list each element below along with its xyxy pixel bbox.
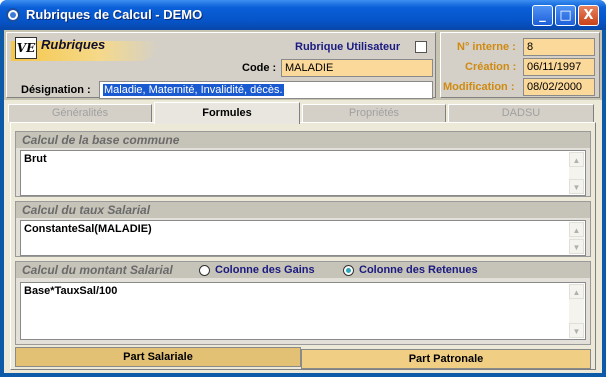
designation-field[interactable]: Maladie, Maternité, Invalidité, décès.	[99, 81, 433, 99]
tab-dadsu[interactable]: DADSU	[448, 104, 594, 122]
window-title: Rubriques de Calcul - DEMO	[26, 7, 203, 22]
header-right: N° interne : 8 Création : 06/11/1997 Mod…	[440, 32, 600, 98]
tab-proprietes[interactable]: Propriétés	[302, 104, 446, 122]
creation-field[interactable]: 06/11/1997	[523, 58, 595, 76]
title-bar[interactable]: Rubriques de Calcul - DEMO _ □ X	[0, 0, 606, 30]
tab-strip: Généralités Formules Propriétés DADSU	[4, 102, 602, 124]
window: Rubriques de Calcul - DEMO _ □ X VE Rubr…	[0, 0, 606, 377]
logo: VE Rubriques	[11, 35, 161, 65]
radio-gains-label[interactable]: Colonne des Gains	[215, 264, 315, 276]
section-base: Calcul de la base commune Brut ▲ ▼	[15, 131, 591, 197]
base-scrollbar[interactable]: ▲ ▼	[569, 152, 584, 194]
tab-part-salariale[interactable]: Part Salariale	[15, 347, 301, 367]
scroll-down-icon[interactable]: ▼	[569, 179, 584, 194]
montant-scrollbar[interactable]: ▲ ▼	[569, 284, 584, 338]
scroll-down-icon[interactable]: ▼	[569, 239, 584, 254]
scroll-up-icon[interactable]: ▲	[569, 152, 584, 167]
section-base-title: Calcul de la base commune	[16, 132, 590, 148]
modification-field[interactable]: 08/02/2000	[523, 78, 595, 96]
rubrique-utilisateur-label: Rubrique Utilisateur	[295, 41, 401, 53]
app-icon[interactable]	[6, 8, 20, 22]
taux-scrollbar[interactable]: ▲ ▼	[569, 222, 584, 254]
interne-label: N° interne :	[457, 41, 516, 53]
taux-formula-text: ConstanteSal(MALADIE)	[24, 223, 152, 235]
creation-label: Création :	[465, 61, 517, 73]
minimize-button[interactable]: _	[532, 5, 553, 26]
radio-retenues[interactable]	[343, 265, 354, 276]
interne-field[interactable]: 8	[523, 38, 595, 56]
logo-text: Rubriques	[41, 37, 106, 52]
tab-part-patronale[interactable]: Part Patronale	[301, 349, 591, 369]
base-formula-text: Brut	[24, 153, 47, 165]
scroll-up-icon[interactable]: ▲	[569, 222, 584, 237]
section-montant: Calcul du montant Salarial Colonne des G…	[15, 261, 591, 345]
base-formula-field[interactable]: Brut ▲ ▼	[20, 150, 586, 196]
designation-label: Désignation :	[21, 84, 91, 96]
logo-mark: VE	[15, 37, 37, 59]
header-panel: VE Rubriques Rubrique Utilisateur Code :…	[4, 30, 602, 100]
designation-selection: Maladie, Maternité, Invalidité, décès.	[103, 84, 284, 96]
code-label: Code :	[242, 62, 277, 74]
rubrique-utilisateur-checkbox[interactable]	[415, 41, 427, 53]
client-area: VE Rubriques Rubrique Utilisateur Code :…	[4, 30, 602, 373]
maximize-button[interactable]: □	[555, 5, 576, 26]
header-left: VE Rubriques Rubrique Utilisateur Code :…	[6, 32, 436, 99]
tab-formules[interactable]: Formules	[154, 102, 300, 124]
taux-formula-field[interactable]: ConstanteSal(MALADIE) ▲ ▼	[20, 220, 586, 256]
scroll-up-icon[interactable]: ▲	[569, 284, 584, 299]
section-taux: Calcul du taux Salarial ConstanteSal(MAL…	[15, 201, 591, 257]
close-button[interactable]: X	[578, 5, 599, 26]
montant-formula-field[interactable]: Base*TauxSal/100 ▲ ▼	[20, 282, 586, 340]
code-field[interactable]: MALADIE	[281, 59, 433, 77]
radio-gains[interactable]	[199, 265, 210, 276]
scroll-down-icon[interactable]: ▼	[569, 323, 584, 338]
formules-panel: Calcul de la base commune Brut ▲ ▼ Calcu…	[10, 122, 596, 370]
modification-label: Modification :	[443, 81, 515, 93]
tab-generalites[interactable]: Généralités	[8, 104, 152, 122]
radio-retenues-label[interactable]: Colonne des Retenues	[359, 264, 478, 276]
section-taux-title: Calcul du taux Salarial	[16, 202, 590, 218]
montant-formula-text: Base*TauxSal/100	[24, 285, 118, 297]
